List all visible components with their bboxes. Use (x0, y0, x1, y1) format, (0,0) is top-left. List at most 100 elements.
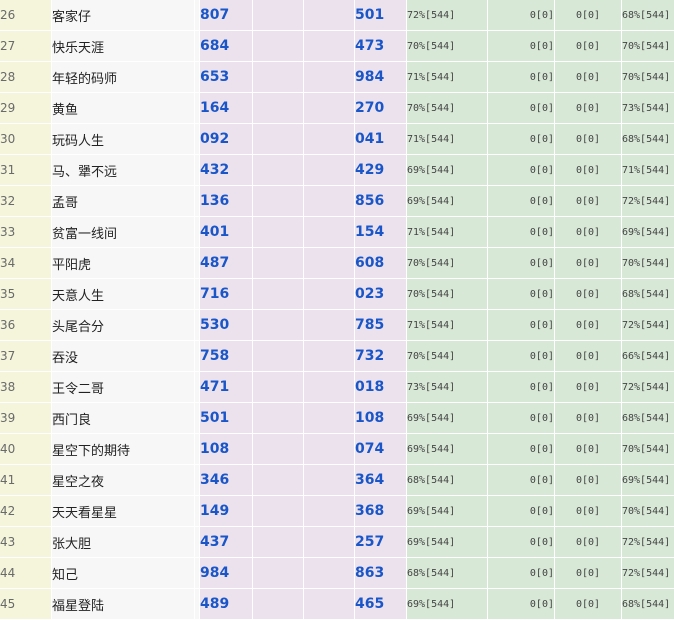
player-name-cell: 年轻的码师 (52, 62, 195, 93)
rate-cell-2: 0[0] (488, 558, 555, 589)
rate-cell-1: 69%[544] (407, 186, 488, 217)
empty-cell (253, 279, 304, 310)
rate-cell-3: 0[0] (555, 248, 622, 279)
rate-cell-2: 0[0] (488, 31, 555, 62)
player-name-cell: 贫富一线间 (52, 217, 195, 248)
empty-cell (253, 217, 304, 248)
rate-cell-2: 0[0] (488, 0, 555, 31)
table-row: 32孟哥13685669%[544]0[0]0[0]72%[544] (0, 186, 674, 217)
empty-cell (253, 527, 304, 558)
empty-cell (304, 496, 355, 527)
rate-cell-1: 71%[544] (407, 62, 488, 93)
second-number-cell: 429 (355, 155, 407, 186)
rate-cell-4: 72%[544] (622, 186, 674, 217)
rate-cell-3: 0[0] (555, 155, 622, 186)
rate-cell-4: 69%[544] (622, 217, 674, 248)
table-row: 44知己98486368%[544]0[0]0[0]72%[544] (0, 558, 674, 589)
second-number-cell: 465 (355, 589, 407, 620)
player-name-cell: 快乐天涯 (52, 31, 195, 62)
rate-cell-1: 72%[544] (407, 0, 488, 31)
player-name-cell: 客家仔 (52, 0, 195, 31)
rate-cell-3: 0[0] (555, 279, 622, 310)
rate-cell-4: 72%[544] (622, 372, 674, 403)
rate-cell-4: 72%[544] (622, 558, 674, 589)
rate-cell-1: 71%[544] (407, 310, 488, 341)
rate-cell-3: 0[0] (555, 124, 622, 155)
rate-cell-1: 70%[544] (407, 93, 488, 124)
ranking-table-body: 26客家仔80750172%[544]0[0]0[0]68%[544]27快乐天… (0, 0, 674, 620)
rank-number-cell: 40 (0, 434, 52, 465)
empty-cell (253, 372, 304, 403)
rate-cell-4: 70%[544] (622, 31, 674, 62)
empty-cell (304, 589, 355, 620)
rate-cell-3: 0[0] (555, 31, 622, 62)
player-name-cell: 福星登陆 (52, 589, 195, 620)
empty-cell (304, 527, 355, 558)
first-number-cell: 530 (200, 310, 253, 341)
rank-number-cell: 34 (0, 248, 52, 279)
rate-cell-2: 0[0] (488, 403, 555, 434)
second-number-cell: 732 (355, 341, 407, 372)
rank-number-cell: 26 (0, 0, 52, 31)
first-number-cell: 716 (200, 279, 253, 310)
table-row: 26客家仔80750172%[544]0[0]0[0]68%[544] (0, 0, 674, 31)
empty-cell (304, 248, 355, 279)
rate-cell-3: 0[0] (555, 62, 622, 93)
first-number-cell: 487 (200, 248, 253, 279)
rate-cell-4: 72%[544] (622, 310, 674, 341)
table-row: 27快乐天涯68447370%[544]0[0]0[0]70%[544] (0, 31, 674, 62)
rate-cell-1: 71%[544] (407, 217, 488, 248)
rate-cell-4: 70%[544] (622, 496, 674, 527)
rank-number-cell: 27 (0, 31, 52, 62)
empty-cell (304, 434, 355, 465)
rate-cell-4: 69%[544] (622, 465, 674, 496)
second-number-cell: 368 (355, 496, 407, 527)
empty-cell (304, 310, 355, 341)
rate-cell-3: 0[0] (555, 186, 622, 217)
rate-cell-2: 0[0] (488, 434, 555, 465)
second-number-cell: 108 (355, 403, 407, 434)
rate-cell-4: 68%[544] (622, 0, 674, 31)
rank-number-cell: 33 (0, 217, 52, 248)
rate-cell-1: 70%[544] (407, 279, 488, 310)
empty-cell (253, 310, 304, 341)
second-number-cell: 364 (355, 465, 407, 496)
first-number-cell: 471 (200, 372, 253, 403)
rank-number-cell: 30 (0, 124, 52, 155)
rate-cell-3: 0[0] (555, 0, 622, 31)
empty-cell (304, 186, 355, 217)
player-name-cell: 平阳虎 (52, 248, 195, 279)
first-number-cell: 758 (200, 341, 253, 372)
rank-number-cell: 38 (0, 372, 52, 403)
second-number-cell: 074 (355, 434, 407, 465)
rate-cell-3: 0[0] (555, 465, 622, 496)
player-name-cell: 玩码人生 (52, 124, 195, 155)
first-number-cell: 136 (200, 186, 253, 217)
player-name-cell: 孟哥 (52, 186, 195, 217)
rate-cell-3: 0[0] (555, 403, 622, 434)
rate-cell-4: 70%[544] (622, 434, 674, 465)
rate-cell-2: 0[0] (488, 527, 555, 558)
rank-number-cell: 28 (0, 62, 52, 93)
second-number-cell: 257 (355, 527, 407, 558)
rate-cell-1: 69%[544] (407, 155, 488, 186)
empty-cell (304, 465, 355, 496)
rank-number-cell: 29 (0, 93, 52, 124)
table-row: 29黄鱼16427070%[544]0[0]0[0]73%[544] (0, 93, 674, 124)
first-number-cell: 437 (200, 527, 253, 558)
rate-cell-3: 0[0] (555, 310, 622, 341)
first-number-cell: 984 (200, 558, 253, 589)
first-number-cell: 807 (200, 0, 253, 31)
player-name-cell: 星空下的期待 (52, 434, 195, 465)
rate-cell-1: 69%[544] (407, 589, 488, 620)
second-number-cell: 154 (355, 217, 407, 248)
first-number-cell: 164 (200, 93, 253, 124)
table-row: 43张大胆43725769%[544]0[0]0[0]72%[544] (0, 527, 674, 558)
rate-cell-4: 68%[544] (622, 124, 674, 155)
empty-cell (253, 155, 304, 186)
empty-cell (304, 558, 355, 589)
rate-cell-3: 0[0] (555, 93, 622, 124)
rate-cell-1: 71%[544] (407, 124, 488, 155)
table-row: 45福星登陆48946569%[544]0[0]0[0]68%[544] (0, 589, 674, 620)
second-number-cell: 473 (355, 31, 407, 62)
